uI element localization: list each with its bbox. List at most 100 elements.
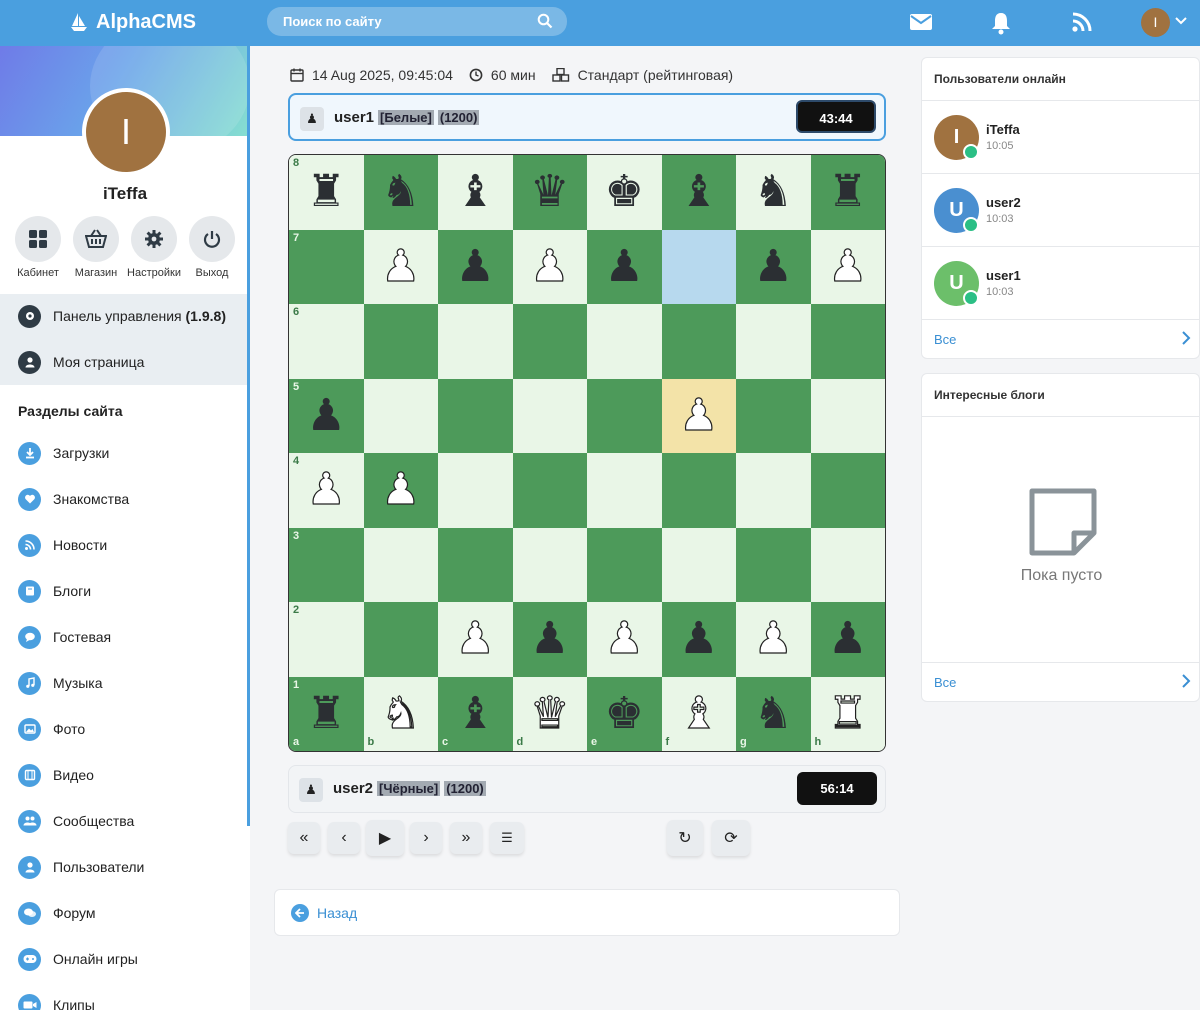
square-g4[interactable]	[736, 453, 811, 528]
black-bishop-icon[interactable]: ♝	[679, 170, 718, 214]
square-f7[interactable]	[661, 229, 736, 304]
square-c6[interactable]	[438, 304, 513, 379]
black-pawn-icon[interactable]: ♟	[679, 617, 718, 661]
square-g6[interactable]	[736, 304, 811, 379]
logout-button[interactable]: Выход	[182, 216, 242, 279]
square-g2[interactable]: ♟	[736, 602, 811, 677]
search-icon[interactable]	[537, 13, 553, 32]
square-f2[interactable]: ♟	[661, 602, 736, 677]
square-h2[interactable]: ♟	[810, 602, 885, 677]
square-h3[interactable]	[810, 527, 885, 602]
square-b7[interactable]: ♟	[363, 229, 438, 304]
square-e3[interactable]	[587, 527, 662, 602]
white-bishop-icon[interactable]: ♝	[678, 691, 719, 736]
square-f1[interactable]: f ♝	[661, 676, 736, 751]
user-name[interactable]: user2	[986, 195, 1021, 210]
square-a6[interactable]: 6	[289, 304, 364, 379]
square-c8[interactable]: ♝	[438, 155, 513, 230]
sidebar-item-photo[interactable]: Фото	[18, 717, 85, 741]
square-b3[interactable]	[363, 527, 438, 602]
bottom-player-name[interactable]: user2 [Чёрные] (1200)	[333, 780, 486, 797]
move-list-button[interactable]: ☰	[490, 822, 524, 854]
last-move-button[interactable]: »	[450, 822, 482, 854]
bell-icon[interactable]	[990, 11, 1012, 40]
square-h8[interactable]: ♜	[810, 155, 885, 230]
square-b5[interactable]	[363, 378, 438, 453]
white-rook-icon[interactable]: ♜	[827, 691, 868, 736]
black-knight-icon[interactable]: ♞	[754, 170, 793, 214]
black-rook-icon[interactable]: ♜	[307, 691, 346, 736]
sidebar-item-news[interactable]: Новости	[18, 533, 107, 557]
square-e6[interactable]	[587, 304, 662, 379]
refresh-button[interactable]: ↻	[667, 820, 703, 856]
square-a1[interactable]: 1 a ♜	[289, 676, 364, 751]
white-knight-icon[interactable]: ♞	[380, 691, 421, 736]
square-e2[interactable]: ♟	[587, 602, 662, 677]
square-e8[interactable]: ♚	[587, 155, 662, 230]
square-f5[interactable]: ♟	[661, 378, 736, 453]
first-move-button[interactable]: «	[288, 822, 320, 854]
sidebar-scrollbar[interactable]	[247, 46, 250, 826]
prev-move-button[interactable]: ‹	[328, 822, 360, 854]
square-d7[interactable]: ♟	[512, 229, 587, 304]
square-c7[interactable]: ♟	[438, 229, 513, 304]
profile-avatar[interactable]: I	[82, 88, 170, 176]
square-d8[interactable]: ♛	[512, 155, 587, 230]
square-a8[interactable]: 8 ♜	[289, 155, 364, 230]
black-pawn-icon[interactable]: ♟	[456, 244, 495, 289]
square-a2[interactable]: 2	[289, 602, 364, 677]
square-b4[interactable]: ♟	[363, 453, 438, 528]
square-g5[interactable]	[736, 378, 811, 453]
sidebar-item-control-panel[interactable]: Панель управления (1.9.8)	[18, 304, 226, 328]
square-e5[interactable]	[587, 378, 662, 453]
list-item[interactable]: U user1 10:03	[922, 247, 1199, 320]
square-d1[interactable]: d ♛	[512, 676, 587, 751]
square-a5[interactable]: 5 ♟	[289, 378, 364, 453]
square-g8[interactable]: ♞	[736, 155, 811, 230]
black-pawn-icon[interactable]: ♟	[605, 244, 644, 289]
square-c3[interactable]	[438, 527, 513, 602]
sidebar-item-video[interactable]: Видео	[18, 763, 94, 787]
blogs-all-link[interactable]: Все	[922, 663, 1199, 701]
square-h7[interactable]: ♟	[810, 229, 885, 304]
user-name[interactable]: user1	[986, 268, 1021, 283]
profile-name[interactable]: iTeffa	[0, 184, 250, 204]
cabinet-button[interactable]: Кабинет	[8, 216, 68, 279]
white-pawn-icon[interactable]: ♟	[753, 616, 794, 661]
black-queen-icon[interactable]: ♛	[530, 170, 569, 214]
sidebar-item-music[interactable]: Музыка	[18, 671, 103, 695]
user-name[interactable]: iTeffa	[986, 122, 1020, 137]
sidebar-item-dating[interactable]: Знакомства	[18, 487, 129, 511]
list-item[interactable]: U user2 10:03	[922, 174, 1199, 247]
user-avatar[interactable]: I	[1141, 8, 1170, 37]
square-b6[interactable]	[363, 304, 438, 379]
shop-button[interactable]: Магазин	[66, 216, 126, 279]
black-pawn-icon[interactable]: ♟	[828, 617, 867, 661]
square-d4[interactable]	[512, 453, 587, 528]
list-item[interactable]: I iTeffa 10:05	[922, 101, 1199, 174]
back-link[interactable]: Назад	[291, 904, 357, 922]
black-knight-icon[interactable]: ♞	[754, 691, 793, 736]
square-g1[interactable]: g ♞	[736, 676, 811, 751]
chess-board[interactable]: 8 ♜ ♞ ♝ ♛ ♚ ♝ ♞ ♜ 7 ♟ ♟ ♟ ♟ ♟ ♟ 6 5 ♟ ♟ 4 ♟ ♟ 3 2 ♟ ♟ ♟ ♟ ♟ ♟ 1 a ♜ b ♞ c ♝ d ♛…	[288, 154, 886, 752]
sidebar-item-blogs[interactable]: Блоги	[18, 579, 91, 603]
black-pawn-icon[interactable]: ♟	[530, 617, 569, 661]
square-d5[interactable]	[512, 378, 587, 453]
sidebar-item-users[interactable]: Пользователи	[18, 855, 144, 879]
black-rook-icon[interactable]: ♜	[828, 170, 867, 214]
square-h4[interactable]	[810, 453, 885, 528]
square-f8[interactable]: ♝	[661, 155, 736, 230]
square-e7[interactable]: ♟	[587, 229, 662, 304]
white-pawn-icon[interactable]: ♟	[529, 244, 570, 289]
square-b8[interactable]: ♞	[363, 155, 438, 230]
black-knight-icon[interactable]: ♞	[381, 170, 420, 214]
square-c1[interactable]: c ♝	[438, 676, 513, 751]
sidebar-item-communities[interactable]: Сообщества	[18, 809, 134, 833]
black-king-icon[interactable]: ♚	[605, 691, 644, 736]
white-queen-icon[interactable]: ♛	[529, 691, 570, 736]
square-h6[interactable]	[810, 304, 885, 379]
square-c2[interactable]: ♟	[438, 602, 513, 677]
play-button[interactable]: ▶	[366, 820, 404, 856]
sidebar-item-forum[interactable]: Форум	[18, 901, 96, 925]
logo[interactable]: AlphaCMS	[68, 8, 196, 36]
